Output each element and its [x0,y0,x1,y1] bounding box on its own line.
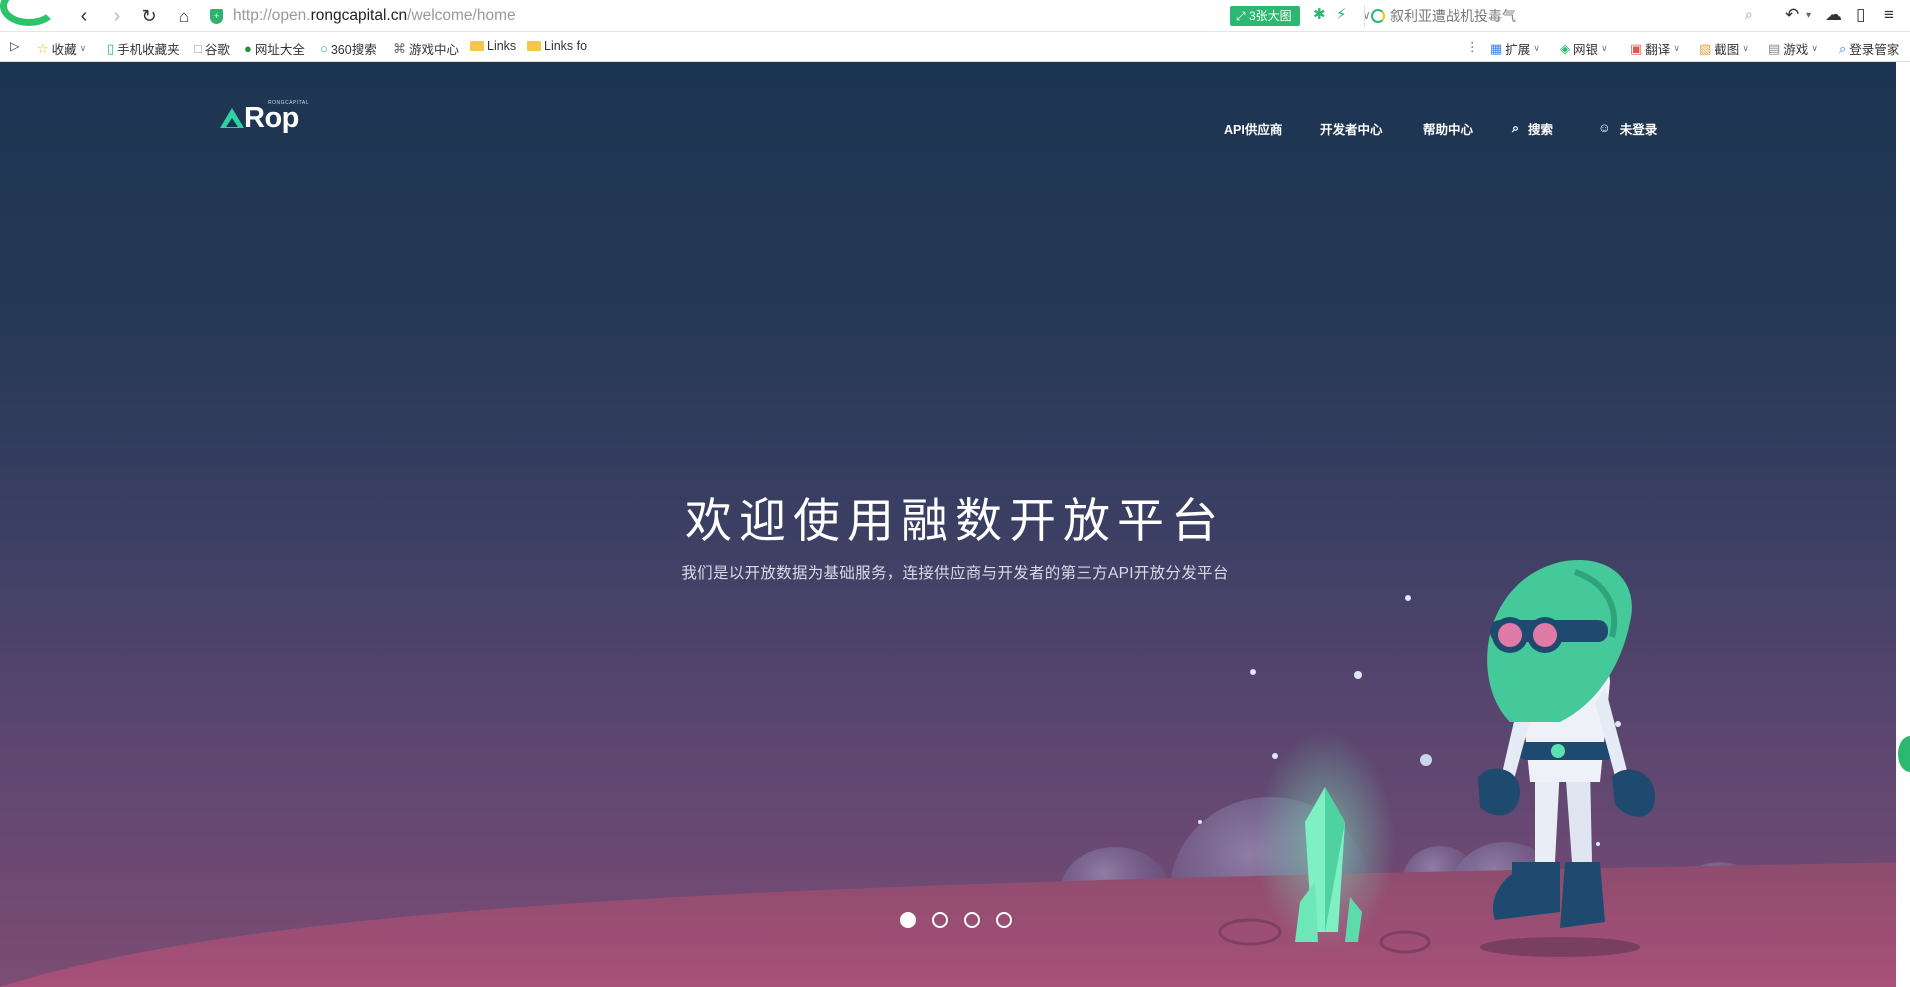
url-field[interactable]: + http://open.rongcapital.cn/welcome/hom… [210,4,516,28]
rop-triangle-icon [218,106,246,132]
nav-developer-center[interactable]: 开发者中心 [1320,118,1383,138]
search-360-icon: ○ [320,41,328,56]
nav-login-label: 未登录 [1619,122,1658,137]
bookmark-mobile[interactable]: ▯ 手机收藏夹 [107,39,180,58]
mobile-icon[interactable]: ▯ [1856,5,1865,25]
gamepad-icon: ⌘ [393,40,406,56]
search-icon: ⌕ [1512,120,1520,135]
site-logo[interactable]: Rop RONGCAPITAL [218,100,308,134]
phone-icon: ▯ [107,40,115,56]
undo-dropdown-icon[interactable]: ▾ [1806,10,1811,21]
forward-icon[interactable]: › [105,4,129,28]
logo-text: Rop [244,102,299,134]
url-prefix: http://open. [233,7,311,24]
nav-login[interactable]: ☺ 未登录 [1598,118,1657,138]
home-icon[interactable]: ⌂ [172,4,196,28]
menu-icon[interactable]: ≡ [1884,5,1894,25]
game-icon: ▤ [1768,40,1781,56]
cloud-icon[interactable]: ☁ [1825,5,1842,25]
tool-extension[interactable]: ▦ 扩展 ∨ [1490,39,1540,58]
browser-logo-icon[interactable] [0,0,58,26]
globe-icon: ● [244,41,252,56]
bookmark-links[interactable]: Links [470,39,516,53]
undo-icon[interactable]: ↶ [1785,5,1799,25]
extension-icon: ▦ [1490,40,1503,56]
tool-game[interactable]: ▤ 游戏 ∨ [1768,39,1818,58]
page-icon: □ [194,41,202,56]
translate-icon: ▣ [1630,40,1643,56]
accelerate-icon[interactable]: ✱ [1313,5,1326,23]
bookmark-google[interactable]: □ 谷歌 [194,39,230,58]
folder-icon [470,41,484,51]
back-icon[interactable]: ‹ [72,4,96,28]
tool-translate[interactable]: ▣ 翻译 ∨ [1630,39,1680,58]
login-manager-icon: ⌕ [1839,40,1847,56]
reload-icon[interactable]: ↻ [137,4,161,28]
tool-screenshot[interactable]: ▧ 截图 ∨ [1699,39,1749,58]
browser-address-bar: ‹ › ↻ ⌂ + http://open.rongcapital.cn/wel… [0,0,1910,32]
hero-title: 欢迎使用融数开放平台 [685,494,1225,549]
folder-icon [527,41,541,51]
hero-subtitle: 我们是以开放数据为基础服务，连接供应商与开发者的第三方API开放分发平台 [681,565,1229,582]
search-engine-icon [1371,9,1385,23]
search-placeholder: 叙利亚遭战机投毒气 [1390,8,1516,24]
search-input[interactable]: 叙利亚遭战机投毒气 [1364,5,1760,27]
bank-icon: ◈ [1560,40,1570,56]
bookmark-links-fo[interactable]: Links fo [527,39,587,53]
bookmark-sites[interactable]: ● 网址大全 [244,39,305,58]
bookmark-games[interactable]: ⌘ 游戏中心 [393,39,459,58]
screenshot-icon: ▧ [1699,40,1712,56]
crystal [1255,732,1395,952]
search-icon[interactable]: ⌕ [1745,6,1753,23]
bookmark-favorites[interactable]: ☆ 收藏 ∨ [37,39,86,58]
bookmark-360[interactable]: ○ 360搜索 [320,39,377,58]
big-picture-button[interactable]: 3张大图 [1230,6,1300,26]
star-icon: ☆ [37,40,49,56]
carousel-dot-2[interactable] [932,912,948,928]
url-path: /welcome/home [407,7,516,24]
nav-api-provider[interactable]: API供应商 [1224,118,1282,138]
carousel-dots [900,912,1012,928]
lightning-icon[interactable]: ⚡ [1336,5,1347,23]
tool-login-manager[interactable]: ⌕ 登录管家 [1839,39,1899,58]
nav-search[interactable]: ⌕ 搜索 [1512,118,1553,138]
bookmarks-bar: ▷ ☆ 收藏 ∨ ▯ 手机收藏夹 □ 谷歌 ● 网址大全 ○ 360搜索 ⌘ 游戏中心 Lin… [0,32,1910,62]
side-widget-icon[interactable] [1896,734,1910,774]
carousel-dot-1[interactable] [900,912,916,928]
security-shield-icon: + [210,8,223,24]
nav-search-label: 搜索 [1528,122,1554,137]
url-host: rongcapital.cn [310,7,408,24]
carousel-dot-4[interactable] [996,912,1012,928]
more-icon[interactable]: ⋮ [1466,39,1479,54]
nav-help-center[interactable]: 帮助中心 [1423,118,1473,138]
user-icon: ☺ [1598,121,1611,135]
carousel-dot-3[interactable] [964,912,980,928]
tool-bank[interactable]: ◈ 网银 ∨ [1560,39,1608,58]
logo-subtext: RONGCAPITAL [268,100,309,106]
sidebar-toggle-icon[interactable]: ▷ [10,39,19,53]
hero-section: Rop RONGCAPITAL API供应商 开发者中心 帮助中心 ⌕ 搜索 ☺… [0,62,1910,987]
